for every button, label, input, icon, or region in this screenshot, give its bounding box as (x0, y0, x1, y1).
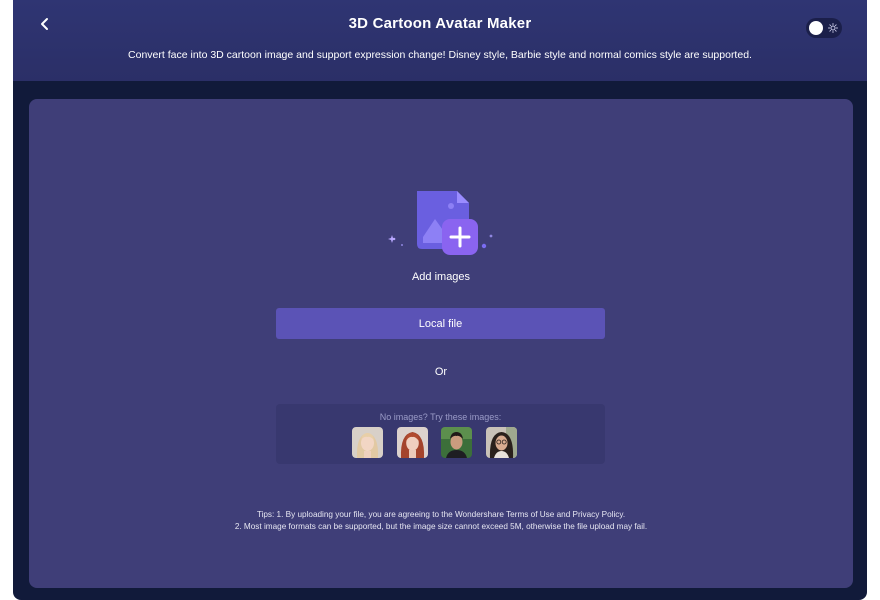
sample-image-1[interactable] (352, 427, 383, 458)
page-title: 3D Cartoon Avatar Maker (348, 15, 532, 32)
add-images-label: Add images (411, 271, 471, 283)
tips-line-2: 2. Most image formats can be supported, … (234, 521, 648, 531)
upload-panel: Add images Local file Or No images? Try … (29, 99, 853, 588)
sample-image-4[interactable] (486, 427, 517, 458)
toggle-knob (809, 21, 823, 35)
tips-text: Tips: 1. By uploading your file, you are… (29, 509, 853, 532)
tips-line-1: Tips: 1. By uploading your file, you are… (256, 510, 626, 519)
sample-image-3[interactable] (441, 427, 472, 458)
page-subtitle: Convert face into 3D cartoon image and s… (128, 49, 752, 61)
or-label: Or (434, 366, 448, 378)
header: 3D Cartoon Avatar Maker Convert face int… (13, 0, 867, 81)
add-image-illustration-icon (388, 191, 493, 255)
theme-toggle[interactable] (806, 18, 842, 38)
local-file-button[interactable]: Local file (276, 308, 605, 339)
app-window: 3D Cartoon Avatar Maker Convert face int… (13, 0, 867, 600)
sample-images-label: No images? Try these images: (379, 412, 502, 422)
sample-images-box: No images? Try these images: (276, 404, 605, 464)
sun-icon (826, 21, 840, 35)
sample-image-2[interactable] (397, 427, 428, 458)
